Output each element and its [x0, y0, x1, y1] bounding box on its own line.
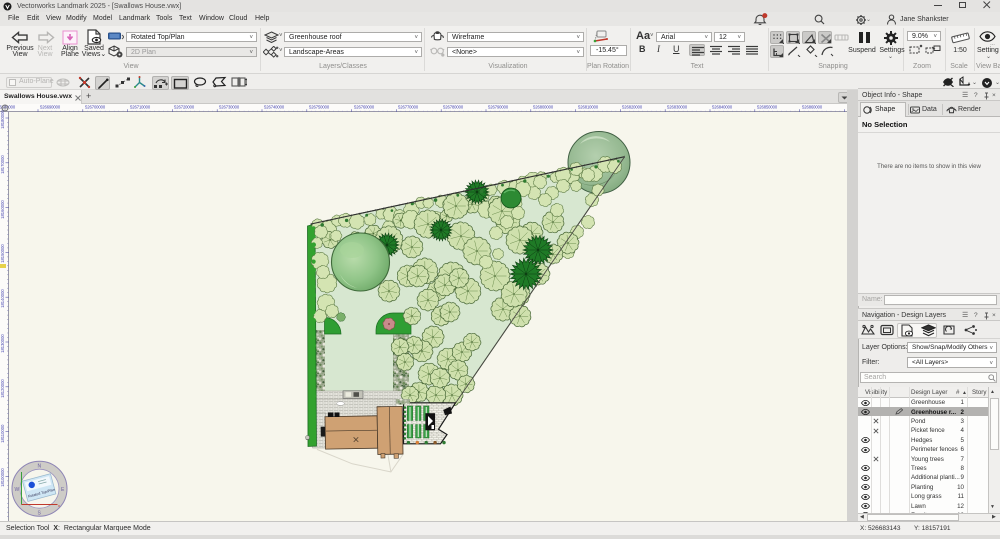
svg-text:N: N [38, 464, 42, 470]
svg-text:W: W [15, 487, 20, 493]
svg-text:x: x [58, 503, 60, 508]
